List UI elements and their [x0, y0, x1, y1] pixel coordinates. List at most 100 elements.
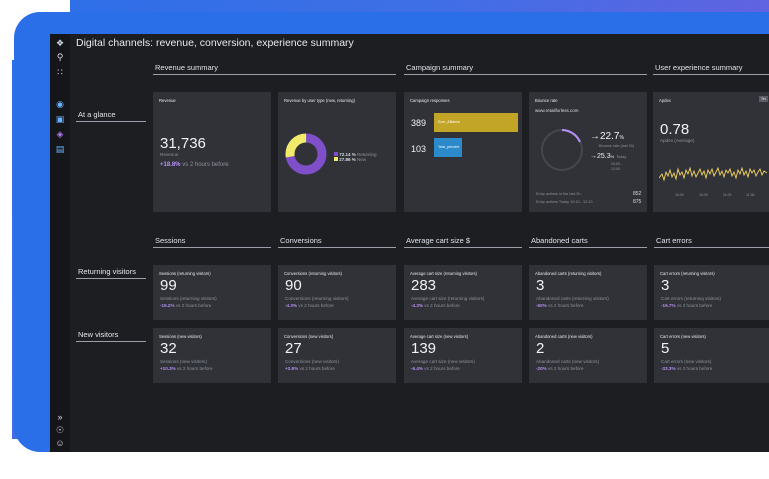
section-revenue-summary: Revenue summary — [155, 63, 218, 72]
row-divider — [76, 278, 146, 279]
apdex-sparkline — [659, 166, 767, 182]
help-icon[interactable]: ☉ — [50, 425, 70, 435]
row-label-at-a-glance: At a glance — [78, 110, 116, 119]
observe-icon[interactable]: ◉ — [50, 99, 70, 109]
entry-label-2: Entry actions Today 10:10 - 12:10 — [536, 200, 593, 204]
gauge-arc — [561, 129, 581, 143]
white-margin-left — [0, 0, 12, 479]
row-divider — [76, 341, 146, 342]
tile-cart-errors-returning[interactable]: Cart errors (returning visitors) 3 Cart … — [654, 265, 769, 320]
apdex-tick: 11:00 — [723, 193, 732, 197]
metric-sub: Conversions (returning visitors) — [285, 296, 349, 301]
metric-value: 3 — [661, 277, 670, 294]
section-average-cart: Average cart size $ — [406, 236, 471, 245]
revenue-value: 31,736 — [160, 135, 206, 152]
section-divider — [153, 74, 396, 75]
left-nav-rail: ❖ ⚲ ∷ ◉ ▣ ◈ ▤ » ☉ ☺ — [50, 34, 70, 452]
metric-change: -50% vs 2 hours before — [536, 303, 584, 308]
entry-value-1: 852 — [633, 191, 642, 197]
tile-title: Sessions (returning visitors) — [159, 271, 211, 276]
metric-value: 99 — [160, 277, 177, 294]
tile-bounce-rate[interactable]: Bounce rate www.retailforless.com →22.7%… — [529, 92, 647, 212]
tile-revenue[interactable]: Revenue 31,736 Revenue +18.8% vs 2 hours… — [153, 92, 271, 212]
section-divider — [404, 247, 522, 248]
tile-title: Average cart size (returning visitors) — [410, 271, 477, 276]
campaign-label-1: Ever_Alliance — [438, 120, 460, 124]
apdex-badge[interactable]: Ter — [759, 96, 768, 102]
monitor-icon[interactable]: ▣ — [50, 114, 70, 124]
section-divider — [653, 74, 769, 75]
tile-title: Cart errors (new visitors) — [660, 334, 706, 339]
shield-icon[interactable]: ◈ — [50, 129, 70, 139]
page-title: Digital channels: revenue, conversion, e… — [76, 37, 354, 49]
apdex-tick: 10:30 — [699, 193, 708, 197]
section-conversions: Conversions — [280, 236, 322, 245]
tile-title: Bounce rate — [535, 98, 558, 103]
row-label-new: New visitors — [78, 330, 119, 339]
tile-title: Average cart size (new visitors) — [410, 334, 469, 339]
revenue-sub: Revenue — [160, 152, 179, 157]
tile-conversions-new[interactable]: Conversions (new visitors) 27 Conversion… — [278, 328, 396, 383]
tile-cart-errors-new[interactable]: Cart errors (new visitors) 5 Cart errors… — [654, 328, 769, 383]
tile-title: Cart errors (returning visitors) — [660, 271, 715, 276]
metric-change: -20% vs 2 hours before — [536, 366, 584, 371]
expand-icon[interactable]: » — [50, 412, 70, 422]
tile-title: Conversions (returning visitors) — [284, 271, 342, 276]
section-campaign-summary: Campaign summary — [406, 63, 474, 72]
metric-value: 2 — [536, 340, 545, 357]
tile-avg-cart-returning[interactable]: Average cart size (returning visitors) 2… — [404, 265, 522, 320]
search-icon[interactable]: ⚲ — [50, 52, 70, 62]
tile-abandoned-returning[interactable]: Abandoned carts (returning visitors) 3 A… — [529, 265, 647, 320]
tile-title: Conversions (new visitors) — [284, 334, 334, 339]
metric-sub: Abandoned carts (new visitors) — [536, 359, 600, 364]
bounce-gauge — [541, 129, 583, 171]
campaign-value-1: 389 — [411, 118, 427, 128]
section-cart-errors: Cart errors — [656, 236, 692, 245]
metric-change: -4.3% vs 2 hours before — [411, 303, 460, 308]
tile-title: Abandoned carts (returning visitors) — [535, 271, 602, 276]
database-icon[interactable]: ▤ — [50, 144, 70, 154]
metric-sub: Cart errors (returning visitors) — [661, 296, 721, 301]
section-ux-summary: User experience summary — [655, 63, 743, 72]
logo-icon[interactable]: ❖ — [50, 38, 70, 48]
tile-title: Campaign responses — [410, 98, 450, 103]
bounce-extra-2: 12:00 — [611, 167, 620, 171]
entry-label-1: Entry actions in the last 2h — [536, 192, 581, 196]
tile-conversions-returning[interactable]: Conversions (returning visitors) 90 Conv… — [278, 265, 396, 320]
tile-title: Abandoned carts (new visitors) — [535, 334, 593, 339]
metric-sub: Average cart size (returning visitors) — [411, 296, 485, 301]
campaign-label-2: Year_percent — [438, 145, 460, 149]
section-divider — [278, 247, 396, 248]
user-icon[interactable]: ☺ — [50, 438, 70, 448]
tile-avg-cart-new[interactable]: Average cart size (new visitors) 139 Ave… — [404, 328, 522, 383]
metric-change: -15.2% vs 2 hours before — [160, 303, 212, 308]
tile-apdex[interactable]: Apdex Ter 0.78 Apdex (Average) 10:00 10:… — [653, 92, 769, 212]
metric-value: 27 — [285, 340, 302, 357]
tile-sessions-new[interactable]: Sessions (new visitors) 32 Sessions (new… — [153, 328, 271, 383]
apdex-sub: Apdex (Average) — [660, 138, 695, 143]
metric-sub: Average cart size (new visitors) — [411, 359, 475, 364]
metric-sub: Abandoned carts (returning visitors) — [536, 296, 609, 301]
metric-sub: Sessions (new visitors) — [160, 359, 207, 364]
legend-new: 27.86 % New — [334, 157, 377, 162]
tile-revenue-by-user-type[interactable]: Revenue by user type (new, returning) 72… — [278, 92, 396, 212]
tile-sessions-returning[interactable]: Sessions (returning visitors) 99 Session… — [153, 265, 271, 320]
legend-swatch — [334, 152, 338, 156]
metric-value: 32 — [160, 340, 177, 357]
metric-sub: Cart errors (new visitors) — [661, 359, 712, 364]
bounce-site: www.retailforless.com — [535, 108, 579, 113]
metric-change: -6.4% vs 2 hours before — [411, 366, 460, 371]
tile-title: Revenue by user type (new, returning) — [284, 98, 355, 103]
metric-sub: Sessions (returning visitors) — [160, 296, 217, 301]
metric-change: +3.8% vs 2 hours before — [285, 366, 335, 371]
campaign-bar-2: Year_percent — [434, 138, 462, 157]
section-sessions: Sessions — [155, 236, 186, 245]
tile-abandoned-new[interactable]: Abandoned carts (new visitors) 2 Abandon… — [529, 328, 647, 383]
metric-change: -16.7% vs 2 hours before — [661, 303, 713, 308]
tile-campaign-responses[interactable]: Campaign responses 389 Ever_Alliance 103… — [404, 92, 522, 212]
tile-title: Sessions (new visitors) — [159, 334, 202, 339]
apps-grid-icon[interactable]: ∷ — [50, 67, 70, 77]
apdex-tick: 11:30 — [746, 193, 755, 197]
metric-value: 139 — [411, 340, 437, 357]
section-divider — [153, 247, 271, 248]
